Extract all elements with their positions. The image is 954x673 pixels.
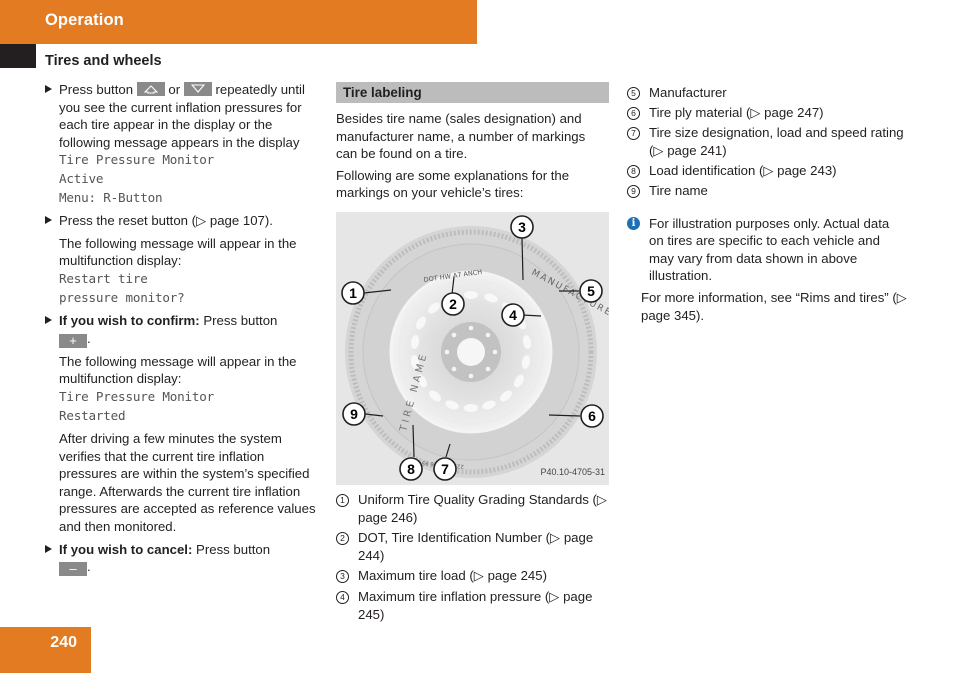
figure-code: P40.10-4705-31 bbox=[540, 467, 605, 478]
intro-paragraph: Besides tire name (sales designation) an… bbox=[336, 111, 586, 162]
chapter-header-bar: Operation bbox=[0, 0, 477, 44]
display-line: Tire Pressure Monitor bbox=[59, 388, 215, 404]
step-select-pressure: Press button or repeatedly until you see… bbox=[45, 81, 321, 207]
more-info-text: For more information, see “Rims and tire… bbox=[641, 289, 907, 323]
step-text: Press the reset button (▷ page 107). bbox=[59, 213, 273, 229]
section-marker-tab bbox=[0, 44, 36, 68]
legend-text: Maximum tire load (▷ page 245) bbox=[358, 568, 547, 584]
display-line: Restarted bbox=[59, 407, 126, 423]
step-bullet-icon bbox=[45, 85, 52, 93]
tire-illustration: DOT HW A7 ANCH MANUFACTURER TIRE NAME 22… bbox=[336, 211, 621, 485]
arrow-up-key-icon bbox=[136, 82, 165, 96]
legend-number: 1 bbox=[336, 493, 349, 507]
step-bullet-icon bbox=[45, 216, 52, 225]
legend-item: 1 Uniform Tire Quality Grading Standards… bbox=[336, 491, 609, 526]
legend-item: 9 Tire name bbox=[627, 182, 907, 200]
svg-text:5: 5 bbox=[587, 283, 595, 299]
callout-8: 8 bbox=[399, 457, 423, 481]
section-title: Tires and wheels bbox=[45, 53, 162, 69]
legend-item: 4 Maximum tire inflation pressure (▷ pag… bbox=[336, 588, 609, 623]
callout-3: 3 bbox=[510, 215, 534, 239]
middle-column: Tire labeling Besides tire name (sales d… bbox=[336, 82, 621, 626]
step-text: Press button bbox=[59, 82, 134, 97]
callout-5: 5 bbox=[579, 279, 603, 303]
step-bullet-icon bbox=[45, 544, 52, 553]
svg-text:4: 4 bbox=[509, 307, 517, 323]
legend-item: 6 Tire ply material (▷ page 247) bbox=[627, 104, 907, 122]
legend-list-1: 1 Uniform Tire Quality Grading Standards… bbox=[336, 491, 609, 623]
legend-item: 2 DOT, Tire Identification Number (▷ pag… bbox=[336, 529, 609, 564]
legend-text: Uniform Tire Quality Grading Standards (… bbox=[358, 491, 608, 525]
legend-item: 8 Load identification (▷ page 243) bbox=[627, 162, 907, 180]
display-line: Active bbox=[59, 170, 104, 186]
legend-number: 5 bbox=[627, 87, 640, 100]
page-number-box: 240 bbox=[0, 627, 91, 673]
page-number: 240 bbox=[50, 634, 77, 651]
step-text: Press button bbox=[203, 313, 278, 329]
plus-key-icon: + bbox=[59, 333, 87, 348]
legend-number: 8 bbox=[627, 164, 640, 178]
callout-7: 7 bbox=[433, 457, 457, 481]
callout-4: 4 bbox=[501, 303, 525, 327]
chapter-title: Operation bbox=[45, 11, 124, 29]
step-condition: If you wish to confirm: bbox=[59, 313, 200, 329]
legend-text: Maximum tire inflation pressure (▷ page … bbox=[358, 588, 593, 622]
intro-paragraph: Following are some explanations for the … bbox=[336, 167, 570, 201]
arrow-down-key-icon bbox=[183, 82, 212, 96]
legend-list-2: 5 Manufacturer 6 Tire ply material (▷ pa… bbox=[627, 84, 907, 200]
legend-item: 3 Maximum tire load (▷ page 245) bbox=[336, 567, 609, 585]
subheading: Tire labeling bbox=[336, 82, 609, 103]
display-line: Tire Pressure Monitor bbox=[59, 152, 215, 168]
legend-number: 7 bbox=[627, 127, 640, 141]
para-text: The following message will appear in the… bbox=[59, 235, 297, 269]
callout-6: 6 bbox=[580, 404, 604, 428]
legend-item: 7 Tire size designation, load and speed … bbox=[627, 124, 907, 159]
legend-item: 5 Manufacturer bbox=[627, 84, 907, 102]
info-icon: i bbox=[627, 216, 640, 230]
legend-text: DOT, Tire Identification Number (▷ page … bbox=[358, 530, 594, 563]
svg-text:1: 1 bbox=[349, 285, 357, 301]
reset-message-para: The following message will appear in the… bbox=[45, 235, 321, 307]
display-line: Menu: R-Button bbox=[59, 189, 163, 205]
legend-text: Tire ply material (▷ page 247) bbox=[649, 105, 824, 121]
step-confirm: If you wish to confirm: Press button +. bbox=[45, 312, 321, 348]
legend-number: 6 bbox=[627, 107, 640, 121]
info-note: i For illustration purposes only. Actual… bbox=[627, 215, 907, 325]
step-condition: If you wish to cancel: bbox=[59, 541, 193, 557]
legend-text: Load identification (▷ page 243) bbox=[649, 162, 837, 178]
callout-2: 2 bbox=[441, 292, 465, 316]
tire-diagram: DOT HW A7 ANCH MANUFACTURER TIRE NAME 22… bbox=[341, 215, 621, 481]
confirm-message-para: The following message will appear in the… bbox=[45, 353, 321, 425]
display-line: Restart tire bbox=[59, 270, 148, 286]
step-cancel: If you wish to cancel: Press button –. bbox=[45, 541, 321, 577]
svg-text:7: 7 bbox=[441, 461, 449, 477]
callout-9: 9 bbox=[342, 402, 366, 426]
step-bullet-icon bbox=[45, 316, 52, 325]
legend-text: Manufacturer bbox=[649, 85, 727, 100]
or-text: or bbox=[168, 82, 181, 97]
legend-number: 4 bbox=[336, 590, 349, 604]
svg-text:6: 6 bbox=[588, 408, 596, 424]
para-text: The following message will appear in the… bbox=[59, 353, 297, 387]
legend-number: 3 bbox=[336, 570, 349, 584]
svg-text:9: 9 bbox=[350, 406, 358, 422]
step-reset-button: Press the reset button (▷ page 107). bbox=[45, 212, 321, 230]
minus-key-icon: – bbox=[59, 562, 87, 577]
legend-number: 9 bbox=[627, 184, 640, 198]
svg-text:8: 8 bbox=[407, 461, 415, 477]
step-text: Press button bbox=[196, 541, 271, 557]
svg-text:2: 2 bbox=[449, 296, 457, 312]
left-column: Press button or repeatedly until you see… bbox=[45, 81, 321, 581]
right-column: 5 Manufacturer 6 Tire ply material (▷ pa… bbox=[627, 84, 907, 328]
legend-text: Tire size designation, load and speed ra… bbox=[649, 125, 904, 158]
callout-1: 1 bbox=[341, 281, 365, 305]
svg-text:3: 3 bbox=[518, 219, 526, 235]
verification-para: After driving a few minutes the system v… bbox=[59, 431, 316, 535]
legend-number: 2 bbox=[336, 532, 349, 546]
legend-text: Tire name bbox=[649, 182, 708, 198]
display-line: pressure monitor? bbox=[59, 289, 185, 305]
note-text: For illustration purposes only. Actual d… bbox=[649, 215, 890, 284]
